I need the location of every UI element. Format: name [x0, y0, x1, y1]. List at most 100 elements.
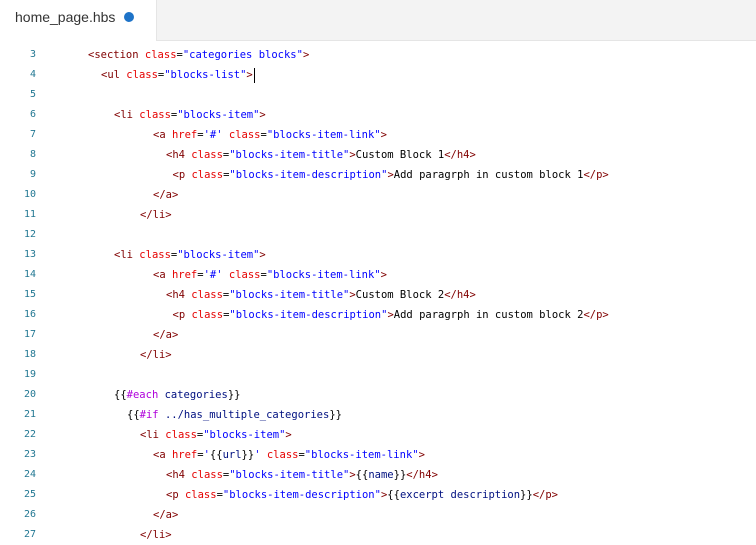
code-token: "blocks-item" — [203, 429, 286, 441]
code-token: "blocks-item-title" — [229, 289, 350, 301]
code-line[interactable]: 17 </a> — [0, 325, 756, 345]
code-line[interactable]: 6 <li class="blocks-item"> — [0, 105, 756, 125]
code-token: <a — [153, 449, 172, 461]
code-text: <a href='#' class="blocks-item-link"> — [153, 125, 387, 145]
line-number: 12 — [23, 229, 36, 240]
code-token: </li> — [140, 529, 172, 541]
code-line[interactable]: 19 — [0, 365, 756, 385]
code-line[interactable]: 4 <ul class="blocks-list"> — [0, 65, 756, 85]
code-line[interactable]: 16 <p class="blocks-item-description">Add… — [0, 305, 756, 325]
code-token: '#' — [203, 129, 223, 141]
code-text: <li class="blocks-item"> — [114, 245, 266, 265]
code-line[interactable]: 12 — [0, 225, 756, 245]
code-token: </p> — [583, 309, 609, 321]
code-line[interactable]: 3 <section class="categories blocks"> — [0, 45, 756, 65]
code-token: </li> — [140, 209, 172, 221]
code-token: "blocks-item" — [177, 109, 260, 121]
code-token: <h4 — [166, 289, 192, 301]
line-number: 7 — [29, 129, 36, 140]
code-token: <a — [153, 129, 172, 141]
unsaved-changes-dot-icon[interactable] — [124, 12, 134, 22]
code-editor[interactable]: 3 <section class="categories blocks"> 4 <ul… — [0, 45, 756, 544]
line-number: 24 — [23, 469, 36, 480]
code-token: class — [165, 429, 197, 441]
code-line[interactable]: 5 — [0, 85, 756, 105]
code-token: <h4 — [166, 469, 192, 481]
line-number: 15 — [23, 289, 36, 300]
code-line[interactable]: 26 </a> — [0, 505, 756, 525]
line-number: 16 — [23, 309, 36, 320]
tab-home-page-hbs[interactable]: home_page.hbs — [0, 0, 157, 41]
code-text: <ul class="blocks-list"> — [101, 65, 255, 85]
code-token: > — [285, 429, 292, 441]
code-token: "blocks-item-link" — [266, 269, 381, 281]
code-line[interactable]: 24 <h4 class="blocks-item-title">{{name}}… — [0, 465, 756, 485]
code-token: categories — [164, 389, 228, 401]
code-text: <h4 class="blocks-item-title">Custom Blo… — [166, 285, 476, 305]
code-token: "blocks-item-description" — [222, 489, 381, 501]
code-line[interactable]: 14 <a href='#' class="blocks-item-link"> — [0, 265, 756, 285]
code-line[interactable]: 11 </li> — [0, 205, 756, 225]
code-line[interactable]: 20 {{#each categories}} — [0, 385, 756, 405]
code-line[interactable]: 21 {{#if ../has_multiple_categories}} — [0, 405, 756, 425]
code-line[interactable]: 10 </a> — [0, 185, 756, 205]
code-token: }} — [227, 389, 241, 401]
code-token: </h4> — [444, 149, 476, 161]
code-token: "blocks-item-link" — [266, 129, 381, 141]
code-token: "blocks-item-description" — [229, 309, 388, 321]
code-token: {{ — [387, 489, 400, 501]
code-token: "blocks-item-link" — [304, 449, 419, 461]
code-token: "blocks-item-description" — [229, 169, 388, 181]
line-number: 4 — [29, 69, 36, 80]
code-line[interactable]: 23 <a href='{{url}}' class="blocks-item-l… — [0, 445, 756, 465]
code-token: Custom Block 1 — [355, 149, 445, 161]
code-token: </a> — [153, 509, 179, 521]
tab-title: home_page.hbs — [15, 9, 116, 25]
code-text: <h4 class="blocks-item-title">{{name}}</… — [166, 465, 438, 485]
code-token: class — [191, 149, 223, 161]
code-line[interactable]: 27 </li> — [0, 525, 756, 545]
code-token: class — [191, 469, 223, 481]
line-number: 8 — [29, 149, 36, 160]
code-token: class — [191, 289, 223, 301]
code-token: "blocks-list" — [164, 69, 247, 81]
code-text: <a href='#' class="blocks-item-link"> — [153, 265, 387, 285]
code-token: href — [171, 449, 198, 461]
line-number: 18 — [23, 349, 36, 360]
line-number: 17 — [23, 329, 36, 340]
code-line[interactable]: 15 <h4 class="blocks-item-title">Custom B… — [0, 285, 756, 305]
line-number: 11 — [23, 209, 36, 220]
code-line[interactable]: 22 <li class="blocks-item"> — [0, 425, 756, 445]
code-token: > — [418, 449, 425, 461]
line-number: 22 — [23, 429, 36, 440]
code-token: {{ — [355, 469, 369, 481]
code-token: class — [228, 129, 261, 141]
code-token: > — [302, 49, 310, 61]
code-token: }} — [329, 409, 342, 421]
code-token: excerpt description — [399, 489, 521, 501]
code-token: "blocks-item-title" — [229, 469, 350, 481]
code-token: Custom Block 2 — [355, 289, 445, 301]
code-token: <p — [166, 489, 185, 501]
line-number: 13 — [23, 249, 36, 260]
code-token: <p — [172, 309, 192, 321]
code-token: }} — [520, 489, 533, 501]
code-line[interactable]: 13 <li class="blocks-item"> — [0, 245, 756, 265]
code-token: class — [139, 249, 171, 261]
code-line[interactable]: 25 <p class="blocks-item-description">{{e… — [0, 485, 756, 505]
code-text: <h4 class="blocks-item-title">Custom Blo… — [166, 145, 476, 165]
line-number: 10 — [23, 189, 36, 200]
code-token: <li — [114, 249, 140, 261]
code-token: > — [246, 69, 253, 81]
code-line[interactable]: 18 </li> — [0, 345, 756, 365]
code-text: </a> — [153, 325, 178, 345]
line-number: 25 — [23, 489, 36, 500]
code-text: </a> — [153, 505, 178, 525]
code-token: Add paragrph in custom block 1 — [393, 169, 584, 181]
code-line[interactable]: 7 <a href='#' class="blocks-item-link"> — [0, 125, 756, 145]
code-line[interactable]: 9 <p class="blocks-item-description">Add … — [0, 165, 756, 185]
code-text: <a href='{{url}}' class="blocks-item-lin… — [153, 445, 425, 465]
code-line[interactable]: 8 <h4 class="blocks-item-title">Custom Bl… — [0, 145, 756, 165]
code-text: <section class="categories blocks"> — [88, 45, 309, 65]
line-number: 3 — [29, 49, 36, 60]
